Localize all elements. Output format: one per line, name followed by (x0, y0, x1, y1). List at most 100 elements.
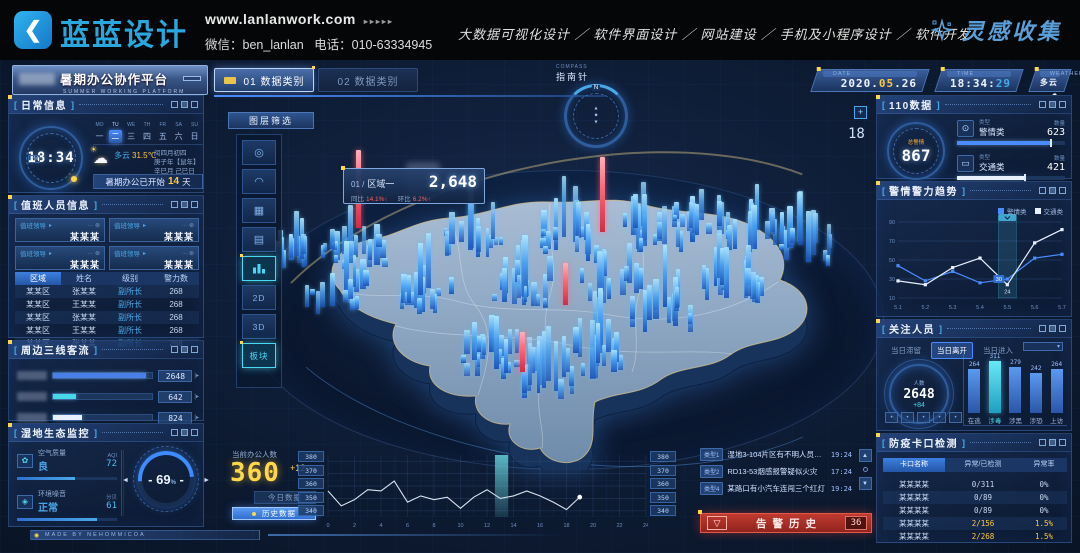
more-icon[interactable]: ··· ⊗ (181, 222, 194, 229)
layer-button-板块[interactable]: 板块 (242, 343, 276, 368)
weekday-en: SU (188, 122, 201, 128)
table-row[interactable]: 某某区王某某副所长268 (15, 324, 199, 337)
weekday-cell[interactable]: SA六 (172, 122, 185, 143)
column-header[interactable]: 卡口名称 (883, 458, 945, 472)
focus-mini-icon[interactable]: • (885, 412, 898, 423)
expand-icon[interactable] (1059, 439, 1066, 446)
data-bar (310, 289, 315, 295)
bar-fill[interactable] (989, 361, 1001, 413)
focus-mini-icon[interactable]: • (917, 412, 930, 423)
zoom-in-button[interactable]: + (854, 106, 867, 119)
barchart-icon[interactable] (242, 256, 276, 281)
alarm-time: 17:24 (831, 468, 852, 476)
weekday-cell[interactable]: TU二 (109, 122, 122, 143)
expand-icon[interactable] (191, 101, 198, 108)
minimize-icon[interactable] (1039, 101, 1046, 108)
column-header[interactable]: 异常率 (1021, 458, 1067, 472)
window-icon[interactable] (1049, 439, 1056, 446)
table-row[interactable]: 某某区张某某副所长268 (15, 311, 199, 324)
checkpoint-row[interactable]: 某某某某0/890% (883, 491, 1067, 504)
duty-card[interactable]: 值班领导▸··· ⊗某某某 (109, 246, 199, 270)
building-icon[interactable]: ▤ (242, 227, 276, 252)
tab-data-category-2[interactable]: 02 数据类别 (318, 68, 418, 92)
weekday-cell[interactable]: FR五 (156, 122, 169, 143)
minimize-icon[interactable] (171, 346, 178, 353)
expand-icon[interactable] (191, 201, 198, 208)
y-tick: 340 (298, 505, 324, 516)
minimize-icon[interactable] (171, 429, 178, 436)
layer-button-3D[interactable]: 3D (242, 314, 276, 339)
tab-data-category-1[interactable]: 01 数据类别 (214, 68, 314, 92)
alarm-row[interactable]: 类型1湿地3-104片区有不明人员闯入19:24 (700, 447, 852, 462)
expand-icon[interactable] (1059, 325, 1066, 332)
expand-icon[interactable] (1059, 101, 1066, 108)
checkpoint-row[interactable]: 某某某某0/3110% (883, 478, 1067, 491)
minimize-icon[interactable] (1039, 187, 1046, 194)
layer-button-2D[interactable]: 2D (242, 285, 276, 310)
weekday-cell[interactable]: SU日 (188, 122, 201, 143)
focus-mini-icon[interactable]: • (933, 412, 946, 423)
filter-dropdown[interactable]: ▾ (1023, 342, 1063, 351)
checkpoint-row[interactable]: 某某某某2/1561.5% (883, 517, 1067, 530)
checkpoint-row[interactable]: 某某某某0/890% (883, 504, 1067, 517)
minimize-icon[interactable] (171, 201, 178, 208)
bar-fill[interactable] (1051, 369, 1063, 413)
minimize-icon[interactable] (1039, 439, 1046, 446)
bar-fill[interactable] (1009, 367, 1021, 413)
videowall-icon[interactable]: ▦ (242, 198, 276, 223)
arrow-right-icon[interactable]: ► (203, 477, 210, 484)
column-header[interactable]: 异常/已检测 (945, 458, 1021, 472)
website-link[interactable]: www.lanlanwork.com▸▸▸▸▸ (205, 11, 432, 27)
expand-icon[interactable] (1059, 187, 1066, 194)
duty-card[interactable]: 值班领导▸··· ⊗某某某 (15, 218, 105, 242)
window-icon[interactable] (1049, 101, 1056, 108)
compass-dial[interactable]: N ▴●▾ (564, 84, 628, 148)
scroll-up-icon[interactable]: ▲ (859, 449, 872, 462)
more-icon[interactable]: ··· ⊗ (87, 222, 100, 229)
more-icon[interactable]: ··· ⊗ (87, 250, 100, 257)
focus-tab[interactable]: 当日滞留 (885, 342, 927, 359)
window-icon[interactable] (1049, 187, 1056, 194)
more-icon[interactable]: ··· ⊗ (181, 250, 194, 257)
minimize-icon[interactable] (171, 101, 178, 108)
alarm-history-banner[interactable]: ▽ 告警历史 36 (700, 513, 872, 533)
focus-mini-icon[interactable]: • (901, 412, 914, 423)
weekday-cell[interactable]: TH四 (140, 122, 153, 143)
window-icon[interactable] (181, 201, 188, 208)
alarm-row[interactable]: 类型2RD13-53烟感报警疑似火灾17:24 (700, 464, 852, 479)
tab-label: 01 数据类别 (244, 73, 305, 88)
trend-line-chart[interactable]: 90705030105.15.25.35.45.55.65.73024 (882, 214, 1068, 312)
expand-icon[interactable] (191, 429, 198, 436)
window-icon[interactable] (181, 101, 188, 108)
window-icon[interactable] (1049, 325, 1056, 332)
focus-mini-icon[interactable]: • (949, 412, 962, 423)
window-icon[interactable] (181, 429, 188, 436)
checkpoint-row[interactable]: 某某某某2/2681.5% (883, 530, 1067, 543)
focus-bar-chart[interactable]: 264在逃311涉毒279涉黑242涉恐264上访 (963, 354, 1067, 426)
minimize-icon[interactable] (1039, 325, 1046, 332)
weekday-cell[interactable]: WE三 (125, 122, 138, 143)
duty-card[interactable]: 值班领导▸··· ⊗某某某 (109, 218, 199, 242)
table-row[interactable]: 某某区王某某副所长268 (15, 298, 199, 311)
window-icon[interactable] (181, 346, 188, 353)
column-header[interactable]: 区域 (15, 272, 61, 285)
alarm-row[interactable]: 类型4某路口有小汽车连闯三个红灯19:24 (700, 481, 852, 496)
column-header[interactable]: 级别 (107, 272, 153, 285)
column-header[interactable]: 姓名 (61, 272, 107, 285)
camera-icon[interactable]: ◎ (242, 140, 276, 165)
table-row[interactable]: 某某区张某某副所长268 (15, 285, 199, 298)
scroll-down-icon[interactable]: ▼ (859, 477, 872, 490)
office-line-chart[interactable]: 024681012141618202224 (326, 451, 648, 531)
layer-filter-toolbar: ◎ ◠ ▦ ▤ 2D 3D 板块 (236, 134, 282, 388)
arrow-left-icon[interactable]: ◄ (122, 477, 129, 484)
expand-icon[interactable] (191, 346, 198, 353)
weekday-cell[interactable]: MO一 (93, 122, 106, 143)
bar-fill[interactable] (968, 369, 980, 413)
logo-text[interactable]: 蓝蓝设计 (60, 10, 188, 54)
bar-fill[interactable] (1030, 373, 1042, 413)
column-header[interactable]: 警力数 (153, 272, 199, 285)
inspiration-collect[interactable]: 灵感收集 (930, 14, 1062, 46)
lanlan-logo-icon[interactable]: ❮ (14, 11, 52, 49)
signal-icon[interactable]: ◠ (242, 169, 276, 194)
duty-card[interactable]: 值班领导▸··· ⊗某某某 (15, 246, 105, 270)
